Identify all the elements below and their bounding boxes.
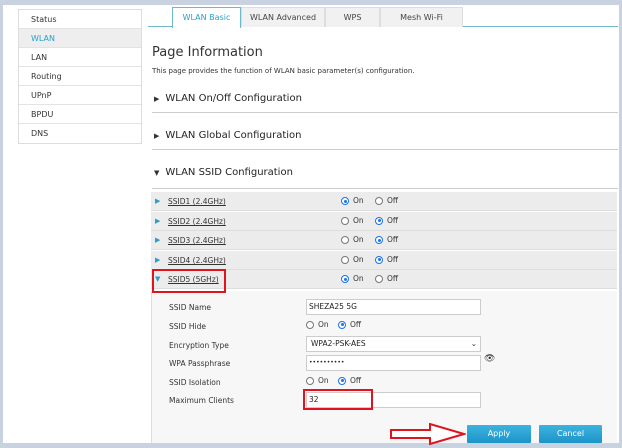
ssid-link[interactable]: SSID4 (2.4GHz) — [168, 251, 226, 270]
ssid-on-radio[interactable]: On — [341, 236, 364, 245]
red-arrow-icon — [390, 423, 466, 445]
ssid-isolation-on-radio[interactable]: On — [306, 376, 329, 385]
wpa-passphrase-input[interactable]: •••••••••• — [306, 355, 481, 371]
sidebar: Status WLAN LAN Routing UPnP BPDU DNS — [18, 9, 142, 144]
ssid-on-radio[interactable]: On — [341, 197, 364, 205]
section-title: WLAN Global Configuration — [165, 130, 302, 141]
ssid-off-radio[interactable]: Off — [375, 216, 398, 225]
ssid-link[interactable]: SSID1 (2.4GHz) — [168, 192, 226, 211]
ssid-on-radio[interactable]: On — [341, 275, 364, 284]
apply-button[interactable]: Apply — [467, 425, 531, 443]
tab-wlan-basic[interactable]: WLAN Basic — [172, 7, 241, 28]
highlight-box — [303, 389, 373, 410]
ssid-off-radio[interactable]: Off — [375, 255, 398, 264]
cancel-button[interactable]: Cancel — [539, 425, 602, 443]
ssid-hide-off-radio[interactable]: Off — [338, 320, 361, 329]
tab-wps[interactable]: WPS — [325, 7, 380, 27]
ssid-name-label: SSID Name — [169, 303, 212, 312]
ssid-row[interactable]: ▶ SSID4 (2.4GHz) On Off — [151, 250, 617, 270]
section-wlan-global[interactable]: ▶ WLAN Global Configuration — [152, 130, 618, 150]
ssid-hide-on-radio[interactable]: On — [306, 320, 329, 329]
sidebar-item-upnp[interactable]: UPnP — [19, 86, 141, 105]
section-wlan-onoff[interactable]: ▶ WLAN On/Off Configuration — [152, 93, 618, 113]
ssid-hide-label: SSID Hide — [169, 322, 206, 331]
tab-wlan-advanced[interactable]: WLAN Advanced — [241, 7, 325, 27]
ssid-isolation-label: SSID Isolation — [169, 378, 221, 387]
ssid-link[interactable]: SSID3 (2.4GHz) — [168, 231, 226, 250]
wpa-passphrase-label: WPA Passphrase — [169, 359, 231, 368]
ssid-off-radio[interactable]: Off — [375, 236, 398, 245]
ssid-on-radio[interactable]: On — [341, 216, 364, 225]
encryption-type-label: Encryption Type — [169, 341, 229, 350]
sidebar-item-routing[interactable]: Routing — [19, 67, 141, 86]
section-title: WLAN On/Off Configuration — [165, 93, 302, 104]
chevron-down-icon: ⌄ — [470, 339, 477, 348]
ssid-off-radio[interactable]: Off — [375, 275, 398, 284]
show-password-eye-icon[interactable]: 👁 — [484, 354, 495, 364]
expand-arrow-icon[interactable]: ▶ — [155, 192, 160, 211]
page-title: Page Information — [152, 45, 263, 60]
sidebar-item-wlan[interactable]: WLAN — [19, 29, 141, 48]
collapse-triangle-icon: ▼ — [154, 169, 160, 177]
expand-triangle-icon: ▶ — [154, 132, 160, 140]
ssid-link[interactable]: SSID2 (2.4GHz) — [168, 212, 226, 231]
tab-mesh-wifi[interactable]: Mesh Wi-Fi — [380, 7, 463, 27]
sidebar-item-dns[interactable]: DNS — [19, 124, 141, 143]
maximum-clients-label: Maximum Clients — [169, 396, 234, 405]
expand-arrow-icon[interactable]: ▶ — [155, 212, 160, 231]
encryption-type-select[interactable]: WPA2-PSK-AES ⌄ — [306, 336, 481, 352]
section-title: WLAN SSID Configuration — [165, 167, 293, 178]
ssid-name-input[interactable]: SHEZA25 5G — [306, 299, 481, 315]
expand-arrow-icon[interactable]: ▶ — [155, 231, 160, 250]
ssid-row[interactable]: ▶ SSID3 (2.4GHz) On Off — [151, 231, 617, 251]
ssid-on-radio[interactable]: On — [341, 255, 364, 264]
page-description: This page provides the function of WLAN … — [152, 67, 415, 75]
sidebar-item-status[interactable]: Status — [19, 10, 141, 29]
highlight-box — [152, 269, 226, 293]
tab-bar: WLAN Basic WLAN Advanced WPS Mesh Wi-Fi — [148, 7, 618, 28]
ssid-off-radio[interactable]: Off — [375, 197, 398, 205]
ssid-row[interactable]: ▶ SSID1 (2.4GHz) On Off — [151, 192, 617, 211]
expand-arrow-icon[interactable]: ▶ — [155, 251, 160, 270]
sidebar-item-bpdu[interactable]: BPDU — [19, 105, 141, 124]
ssid-row[interactable]: ▶ SSID2 (2.4GHz) On Off — [151, 211, 617, 231]
ssid-isolation-off-radio[interactable]: Off — [338, 376, 361, 385]
expand-triangle-icon: ▶ — [154, 95, 160, 103]
section-wlan-ssid[interactable]: ▼ WLAN SSID Configuration — [152, 167, 618, 189]
sidebar-item-lan[interactable]: LAN — [19, 48, 141, 67]
